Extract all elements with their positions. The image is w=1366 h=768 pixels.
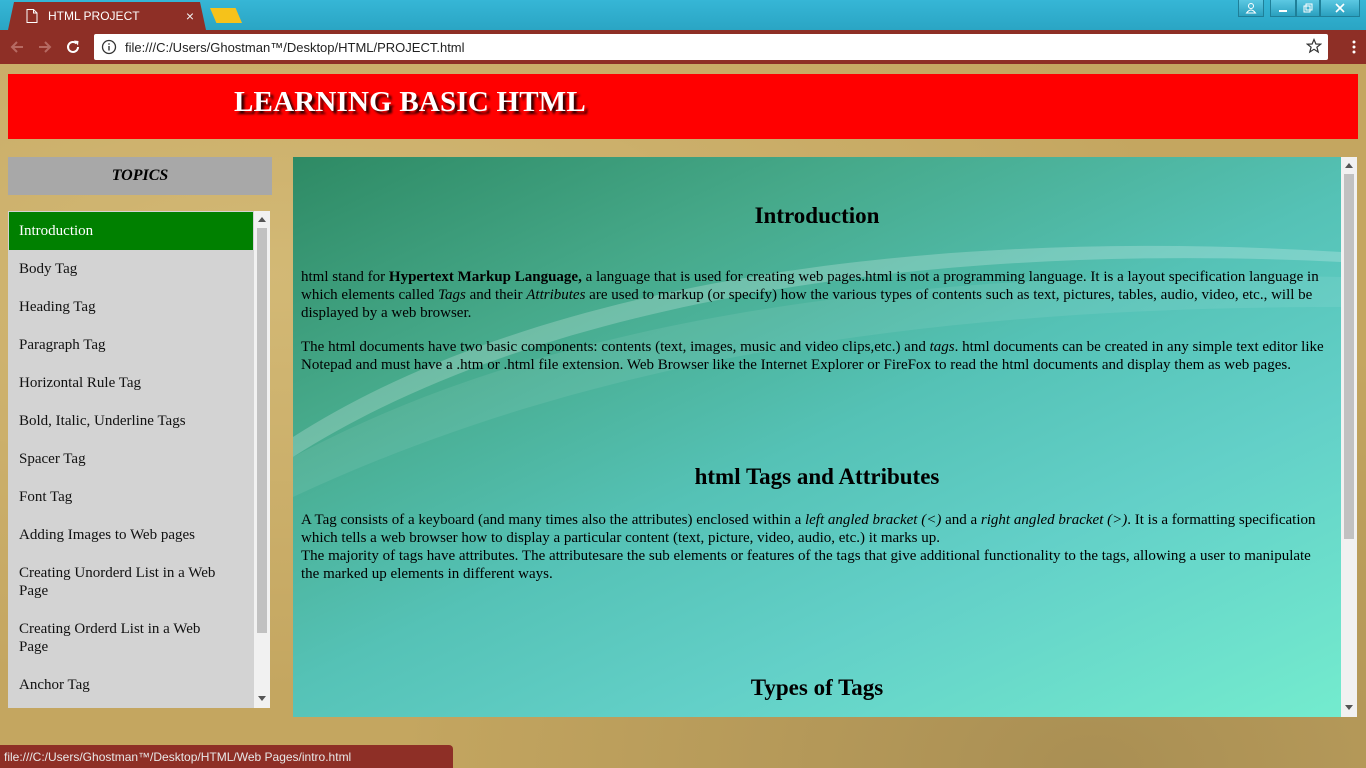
sidebar-item-horizontal-rule-tag[interactable]: Horizontal Rule Tag <box>9 374 253 392</box>
sidebar-item-anchor-tag[interactable]: Anchor Tag <box>9 676 253 694</box>
content-frame: Introduction html stand for Hypertext Ma… <box>293 157 1357 717</box>
sidebar-item-adding-images[interactable]: Adding Images to Web pages <box>9 526 253 544</box>
sidebar-item-heading-tag[interactable]: Heading Tag <box>9 298 253 316</box>
document-icon <box>26 9 38 23</box>
page-title: LEARNING BASIC HTML <box>234 86 586 118</box>
background-swoosh <box>293 245 1341 497</box>
web-page: LEARNING BASIC HTML TOPICS Introduction … <box>0 64 1366 768</box>
user-icon <box>1245 3 1257 14</box>
forward-arrow-icon <box>39 41 52 53</box>
profile-button[interactable] <box>1238 0 1264 17</box>
browser-tab[interactable]: HTML PROJECT × <box>8 2 206 30</box>
sidebar-item-bold-italic-underline[interactable]: Bold, Italic, Underline Tags <box>9 412 253 430</box>
sidebar-scroll-thumb[interactable] <box>257 228 267 633</box>
types-heading: Types of Tags <box>750 675 884 700</box>
header-banner: LEARNING BASIC HTML <box>8 74 1358 139</box>
intro-paragraph-2: The html documents have two basic compon… <box>301 339 1324 373</box>
reload-icon <box>67 40 79 53</box>
status-bar: file:///C:/Users/Ghostman™/Desktop/HTML/… <box>0 745 453 768</box>
bookmark-star-icon[interactable] <box>1305 37 1323 54</box>
restore-icon <box>1303 3 1313 13</box>
back-button[interactable] <box>8 38 26 56</box>
sidebar-item-spacer-tag[interactable]: Spacer Tag <box>9 450 253 468</box>
info-icon[interactable] <box>101 39 117 55</box>
sidebar-item-introduction[interactable]: Introduction <box>9 212 253 250</box>
topics-header: TOPICS <box>8 157 272 195</box>
new-tab-button[interactable] <box>210 8 242 23</box>
minimize-button[interactable] <box>1270 0 1296 17</box>
tags-paragraph-1: A Tag consists of a keyboard (and many t… <box>301 512 1316 546</box>
scroll-down-arrow-icon <box>258 696 266 701</box>
sidebar-item-font-tag[interactable]: Font Tag <box>9 488 253 506</box>
menu-dots-icon[interactable] <box>1352 40 1356 54</box>
reload-button[interactable] <box>64 38 82 56</box>
browser-titlebar: HTML PROJECT × <box>0 0 1366 30</box>
scroll-up-arrow-icon <box>1345 163 1353 168</box>
content-scroll-thumb[interactable] <box>1344 174 1354 539</box>
tab-close-icon[interactable]: × <box>186 8 194 24</box>
sidebar-item-unordered-list[interactable]: Creating Unorderd List in a Web Page <box>9 564 244 600</box>
close-icon <box>1335 3 1345 13</box>
tags-heading: html Tags and Attributes <box>694 464 940 489</box>
intro-paragraph-1: html stand for Hypertext Markup Language… <box>301 269 1319 321</box>
sidebar-item-body-tag[interactable]: Body Tag <box>9 260 253 278</box>
scroll-down-arrow-icon <box>1345 705 1353 710</box>
back-arrow-icon <box>10 41 23 53</box>
url-text[interactable]: file:///C:/Users/Ghostman™/Desktop/HTML/… <box>125 40 465 55</box>
forward-button[interactable] <box>36 38 54 56</box>
close-window-button[interactable] <box>1320 0 1360 17</box>
sidebar-item-paragraph-tag[interactable]: Paragraph Tag <box>9 336 253 354</box>
sidebar-scrollbar[interactable] <box>254 211 270 708</box>
sidebar-item-ordered-list[interactable]: Creating Orderd List in a Web Page <box>9 620 224 656</box>
topics-frame: Introduction Body Tag Heading Tag Paragr… <box>8 211 270 708</box>
status-url: file:///C:/Users/Ghostman™/Desktop/HTML/… <box>4 749 352 764</box>
topics-title: TOPICS <box>111 167 169 184</box>
tab-title: HTML PROJECT <box>48 9 140 23</box>
scroll-up-arrow-icon <box>258 217 266 222</box>
address-bar[interactable]: file:///C:/Users/Ghostman™/Desktop/HTML/… <box>94 34 1328 60</box>
minimize-icon <box>1279 10 1287 12</box>
restore-button[interactable] <box>1296 0 1320 17</box>
tags-paragraph-2: The majority of tags have attributes. Th… <box>301 548 1311 582</box>
intro-heading: Introduction <box>754 203 880 228</box>
content-scrollbar[interactable] <box>1341 157 1357 717</box>
